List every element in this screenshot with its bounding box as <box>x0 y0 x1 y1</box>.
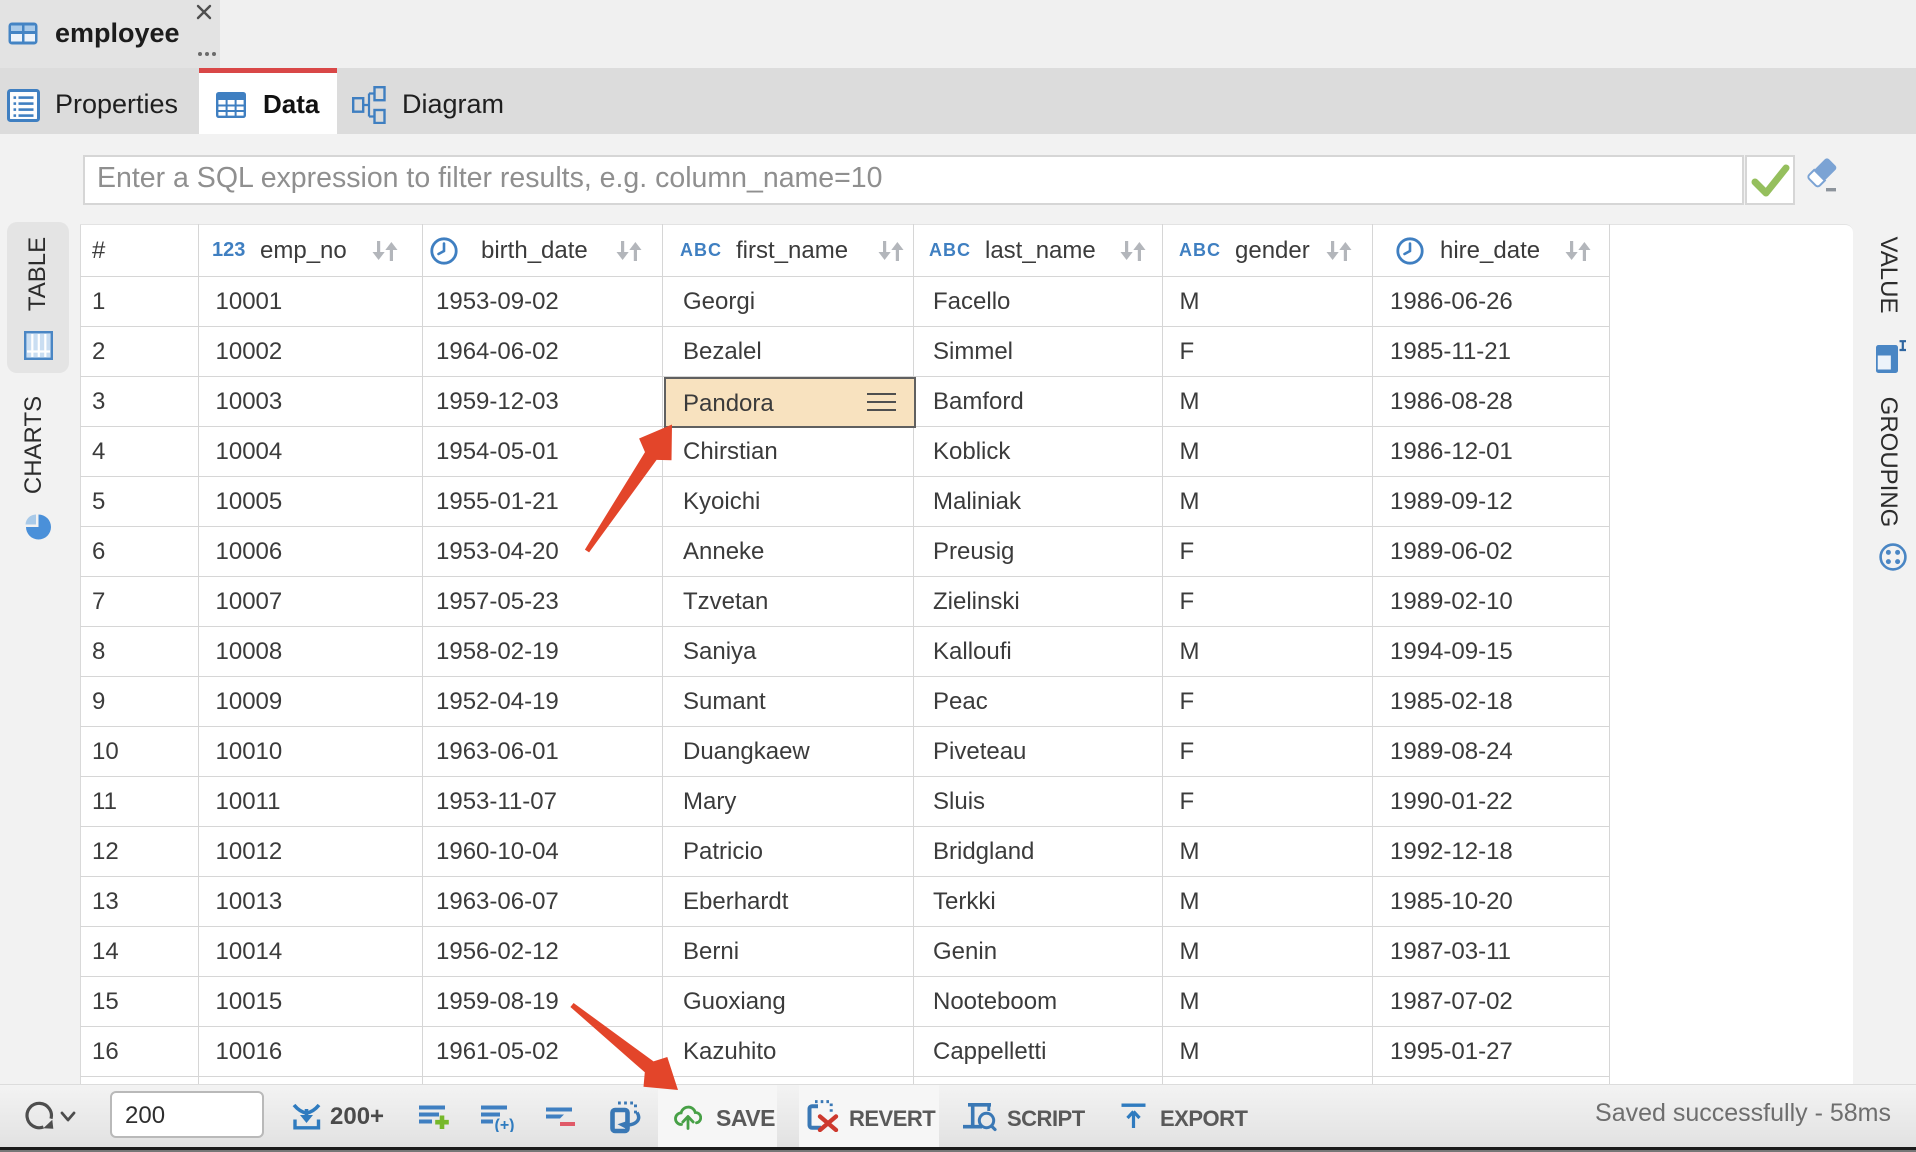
svg-text:(+): (+) <box>495 1117 515 1132</box>
